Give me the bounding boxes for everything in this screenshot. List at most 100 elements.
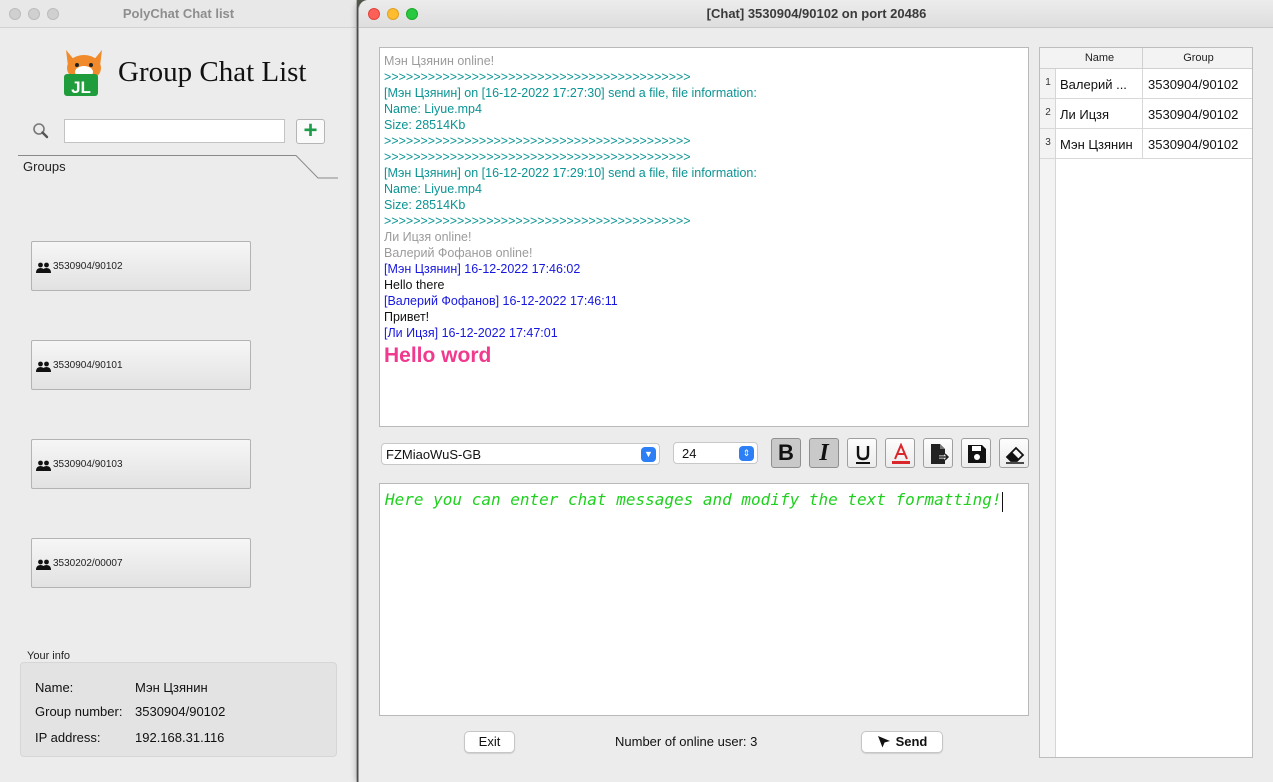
chevron-down-icon: ▼ <box>641 447 656 462</box>
user-group-cell: 3530904/90102 <box>1148 77 1239 92</box>
message-log[interactable]: Мэн Цзянин online! >>>>>>>>>>>>>>>>>>>>>… <box>379 47 1029 427</box>
online-user-count: Number of online user: 3 <box>615 734 758 749</box>
group-button[interactable]: 3530904/90103 <box>31 439 251 489</box>
group-icon <box>36 460 51 471</box>
table-row[interactable]: 1 Валерий ... 3530904/90102 <box>1040 69 1252 99</box>
user-name-cell: Мэн Цзянин <box>1060 137 1133 152</box>
chat-window: [Chat] 3530904/90102 on port 20486 Мэн Ц… <box>358 0 1273 782</box>
table-row[interactable]: 2 Ли Ицзя 3530904/90102 <box>1040 99 1252 129</box>
font-size-value: 24 <box>682 446 697 461</box>
text-caret <box>1001 491 1003 512</box>
up-down-arrows-icon: ⇕ <box>739 446 754 461</box>
save-button[interactable] <box>961 438 991 468</box>
message-line: >>>>>>>>>>>>>>>>>>>>>>>>>>>>>>>>>>>>>>>>… <box>384 214 691 228</box>
message-line: >>>>>>>>>>>>>>>>>>>>>>>>>>>>>>>>>>>>>>>>… <box>384 134 691 148</box>
tab-groups[interactable]: Groups <box>18 155 338 179</box>
row-number: 2 <box>1045 107 1051 118</box>
group-label: 3530904/90101 <box>53 360 123 371</box>
app-heading: Group Chat List <box>118 56 307 88</box>
group-label: 3530904/90103 <box>53 459 123 470</box>
online-users-table[interactable]: Name Group 1 Валерий ... 3530904/90102 2… <box>1039 47 1253 758</box>
message-line: Size: 28514Kb <box>384 198 466 212</box>
text-color-button[interactable] <box>885 438 915 468</box>
message-line: Ли Ицзя online! <box>384 230 472 244</box>
message-line: Size: 28514Kb <box>384 118 466 132</box>
app-logo: JL <box>64 50 102 97</box>
chat-list-titlebar: PolyChat Chat list <box>0 0 356 28</box>
row-number: 1 <box>1045 77 1051 88</box>
message-line: >>>>>>>>>>>>>>>>>>>>>>>>>>>>>>>>>>>>>>>>… <box>384 70 691 84</box>
message-line: >>>>>>>>>>>>>>>>>>>>>>>>>>>>>>>>>>>>>>>>… <box>384 150 691 164</box>
chat-window-title: [Chat] 3530904/90102 on port 20486 <box>706 6 927 21</box>
italic-icon: I <box>819 440 829 466</box>
send-file-icon <box>931 444 950 464</box>
group-button[interactable]: 3530904/90101 <box>31 340 251 390</box>
your-info-caption: Your info <box>27 650 71 662</box>
message-line: Hello word <box>384 344 492 367</box>
user-name-cell: Валерий ... <box>1060 77 1127 92</box>
column-divider <box>1142 129 1143 159</box>
message-input-text: Here you can enter chat messages and mod… <box>385 490 1002 509</box>
add-icon: + <box>303 117 318 144</box>
search-input[interactable] <box>64 119 285 143</box>
column-header-group[interactable]: Group <box>1143 52 1252 64</box>
table-header: Name Group <box>1040 48 1252 69</box>
user-group-cell: 3530904/90102 <box>1148 137 1239 152</box>
message-line: Name: Liyue.mp4 <box>384 102 482 116</box>
group-icon <box>36 262 51 273</box>
message-line: [Ли Ицзя] 16-12-2022 17:47:01 <box>384 326 558 340</box>
message-line: [Мэн Цзянин] 16-12-2022 17:46:02 <box>384 262 581 276</box>
save-icon <box>968 445 986 463</box>
message-input[interactable]: Here you can enter chat messages and mod… <box>379 483 1029 716</box>
bold-icon: B <box>778 440 794 465</box>
column-header-name[interactable]: Name <box>1056 52 1143 64</box>
ip-address-value: 192.168.31.116 <box>135 730 225 745</box>
clear-button[interactable] <box>999 438 1029 468</box>
group-button[interactable]: 3530904/90102 <box>31 241 251 291</box>
group-icon <box>36 559 51 570</box>
group-number-value: 3530904/90102 <box>135 704 226 719</box>
name-value: Мэн Цзянин <box>135 680 208 695</box>
message-line: Мэн Цзянин online! <box>384 54 495 68</box>
add-group-button[interactable]: + <box>296 119 325 144</box>
name-label: Name: <box>35 680 74 695</box>
row-number: 3 <box>1045 137 1051 148</box>
underline-icon <box>856 446 870 464</box>
group-icon <box>36 361 51 372</box>
font-family-value: FZMiaoWuS-GB <box>386 447 482 462</box>
italic-button[interactable]: I <box>809 438 839 468</box>
text-color-icon <box>892 443 910 464</box>
send-label: Send <box>895 734 928 749</box>
chat-titlebar: [Chat] 3530904/90102 on port 20486 <box>359 0 1273 28</box>
ip-address-label: IP address: <box>35 730 101 745</box>
eraser-icon <box>1005 446 1025 464</box>
send-cursor-icon <box>877 736 890 748</box>
message-line: Привет! <box>384 310 430 324</box>
tab-outline <box>18 155 338 179</box>
send-file-button[interactable] <box>923 438 953 468</box>
font-family-select[interactable]: FZMiaoWuS-GB ▼ <box>381 443 660 465</box>
group-label: 3530904/90102 <box>53 261 123 272</box>
message-line: [Мэн Цзянин] on [16-12-2022 17:29:10] se… <box>384 166 757 180</box>
your-info-box: Name: Мэн Цзянин Group number: 3530904/9… <box>20 662 337 757</box>
column-divider <box>1142 69 1143 99</box>
chat-list-window: PolyChat Chat list JL Group Chat List + … <box>0 0 357 782</box>
send-button[interactable]: Send <box>861 731 943 753</box>
exit-button[interactable]: Exit <box>464 731 515 753</box>
font-size-select[interactable]: 24 ⇕ <box>673 442 758 464</box>
svg-text:JL: JL <box>71 78 91 97</box>
message-line: Валерий Фофанов online! <box>384 246 533 260</box>
user-group-cell: 3530904/90102 <box>1148 107 1239 122</box>
message-line: [Мэн Цзянин] on [16-12-2022 17:27:30] se… <box>384 86 757 100</box>
column-divider <box>1142 99 1143 129</box>
group-label: 3530202/00007 <box>53 558 123 569</box>
search-icon <box>33 123 49 139</box>
table-row[interactable]: 3 Мэн Цзянин 3530904/90102 <box>1040 129 1252 159</box>
row-number-gutter <box>1040 69 1056 757</box>
group-button[interactable]: 3530202/00007 <box>31 538 251 588</box>
tab-groups-label: Groups <box>23 159 66 174</box>
message-line: Name: Liyue.mp4 <box>384 182 482 196</box>
group-number-label: Group number: <box>35 704 123 719</box>
bold-button[interactable]: B <box>771 438 801 468</box>
underline-button[interactable] <box>847 438 877 468</box>
